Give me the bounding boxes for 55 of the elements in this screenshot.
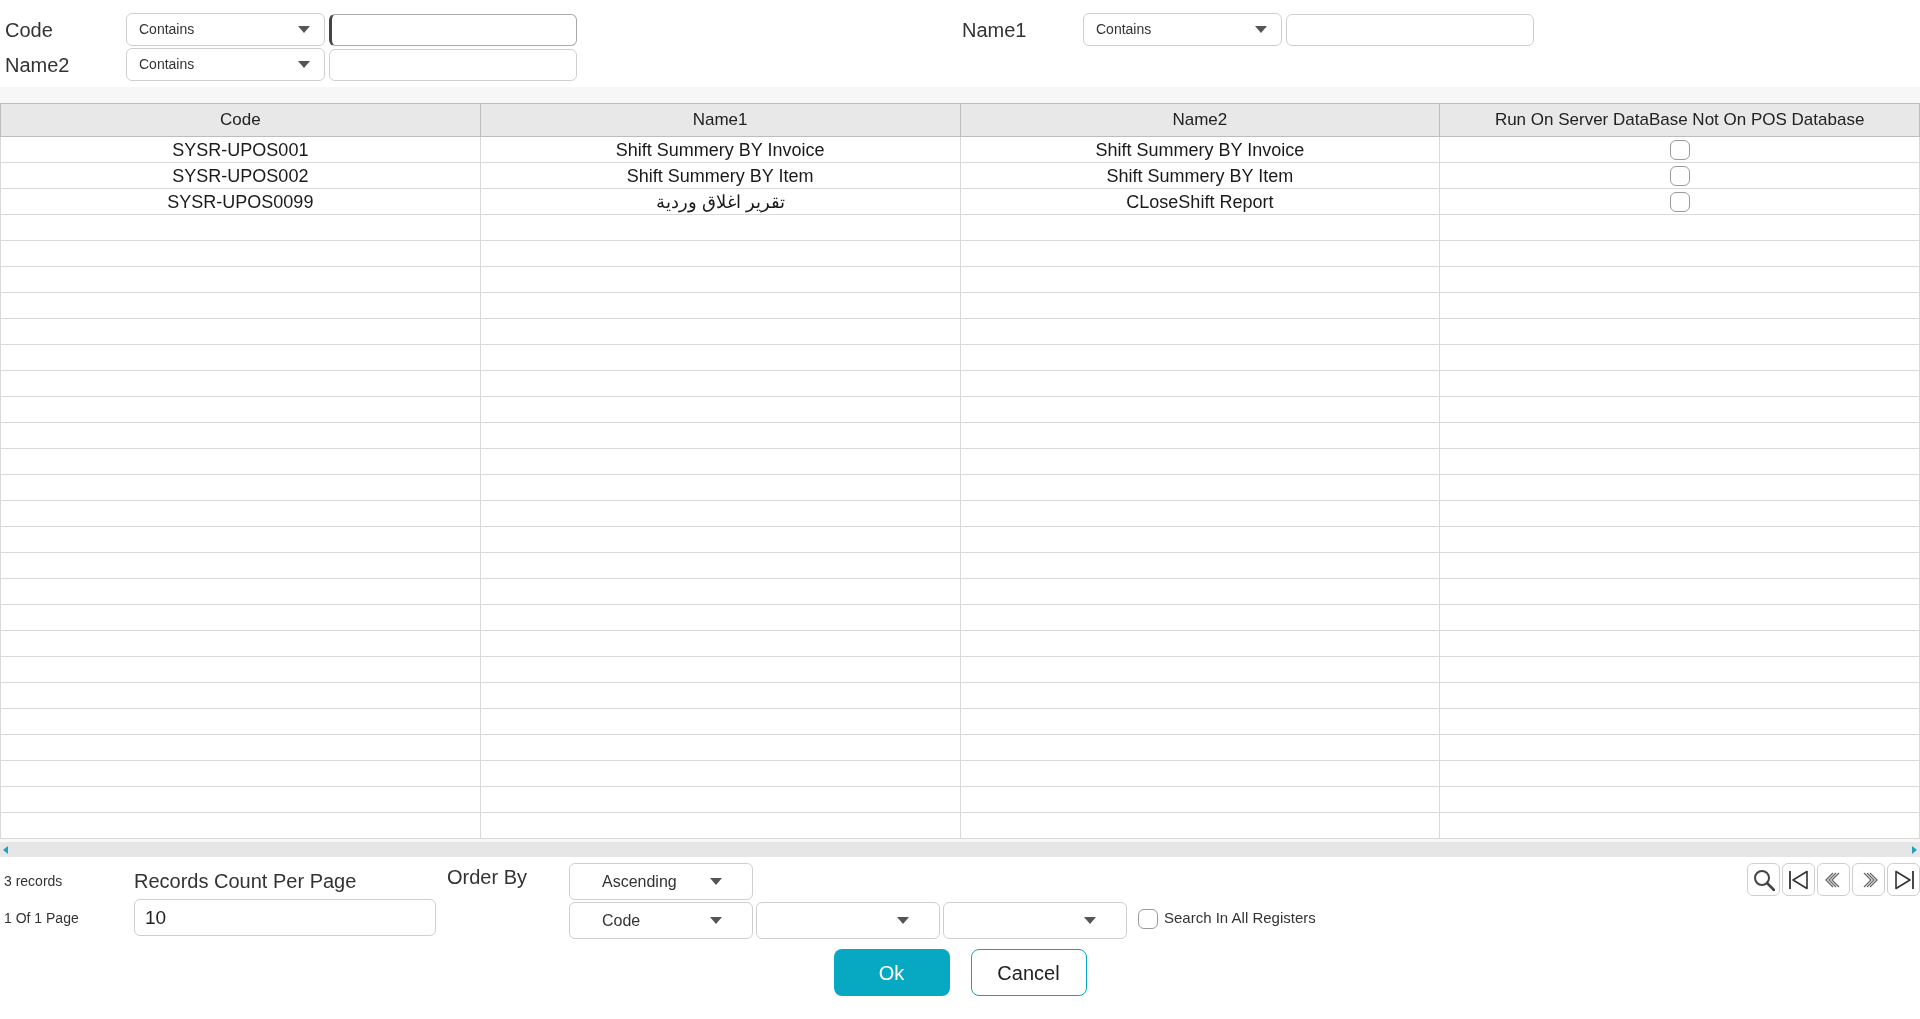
checkbox[interactable] (1669, 165, 1690, 186)
record-count: 3 records (4, 871, 64, 891)
filter-label: Name1 (962, 17, 1028, 43)
filter-input[interactable] (1286, 13, 1534, 46)
checkbox[interactable] (1138, 908, 1158, 929)
filter-label: Code (5, 17, 54, 43)
filter-input[interactable] (329, 13, 577, 46)
last-page-button[interactable] (1887, 863, 1920, 896)
operator-dropdown[interactable]: Contains (126, 13, 325, 46)
caret-down-icon (710, 878, 722, 885)
table-cell: Shift Summery BY Item (960, 162, 1440, 189)
cancel-button[interactable]: Cancel (970, 949, 1087, 996)
caret-down-icon (1255, 26, 1267, 33)
caret-down-icon (897, 917, 909, 924)
sort-field-dropdown[interactable]: Code (569, 902, 753, 939)
table-cell: Shift Summery BY Invoice (480, 136, 960, 163)
checkbox-label: Search In All Registers (1164, 908, 1316, 929)
operator-dropdown[interactable]: Contains (126, 48, 325, 81)
left-arrow-icon (3, 845, 8, 854)
horizontal-scrollbar[interactable] (0, 842, 1920, 857)
checkbox[interactable] (1669, 191, 1690, 212)
table-cell: CLoseShift Report (960, 188, 1440, 215)
skip-back-icon (1787, 868, 1810, 891)
caret-down-icon (298, 26, 310, 33)
sort-field-dropdown[interactable] (943, 902, 1127, 939)
table-cell: SYSR-UPOS0099 (0, 188, 481, 215)
table-cell: SYSR-UPOS001 (0, 136, 481, 163)
next-page-button[interactable] (1852, 863, 1885, 896)
operator-dropdown[interactable]: Contains (1083, 13, 1282, 46)
search-icon (1752, 868, 1775, 891)
column-header: Run On Server DataBase Not On POS Database (1439, 103, 1920, 137)
column-header: Code (0, 103, 481, 137)
sort-order-dropdown[interactable]: Ascending (569, 863, 753, 900)
records-per-page-input[interactable]: 10 (134, 899, 436, 936)
right-arrow-icon (1912, 845, 1917, 854)
filter-input[interactable] (329, 48, 577, 81)
previous-page-button[interactable] (1817, 863, 1850, 896)
search-button[interactable] (1747, 863, 1780, 896)
caret-down-icon (710, 917, 722, 924)
checkbox[interactable] (1669, 139, 1690, 160)
column-header: Name1 (480, 103, 960, 137)
caret-down-icon (1084, 917, 1096, 924)
page-info: 1 Of 1 Page (4, 908, 80, 928)
records-per-page-label: Records Count Per Page (134, 869, 358, 894)
table-cell: تقرير اغلاق وردية (480, 188, 960, 215)
skip-forward-icon (1892, 868, 1915, 891)
filter-label: Name2 (5, 52, 71, 78)
table-cell: Shift Summery BY Invoice (960, 136, 1440, 163)
table-cell: Shift Summery BY Item (480, 162, 960, 189)
order-by-label: Order By (447, 865, 529, 890)
table-cell: SYSR-UPOS002 (0, 162, 481, 189)
caret-down-icon (298, 61, 310, 68)
column-header: Name2 (960, 103, 1440, 137)
first-page-button[interactable] (1782, 863, 1815, 896)
sort-field-dropdown[interactable] (756, 902, 940, 939)
